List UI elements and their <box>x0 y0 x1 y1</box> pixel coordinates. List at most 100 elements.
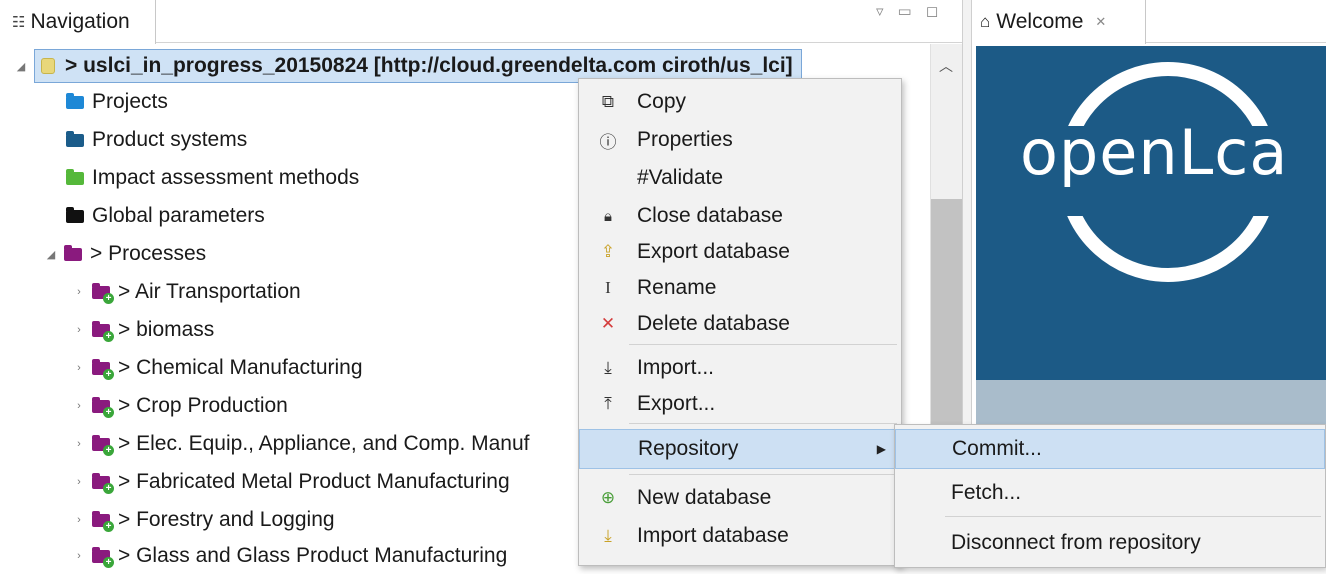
submenu-item-disconnect[interactable]: Disconnect from repository <box>895 523 1325 563</box>
copy-icon: ⧉ <box>601 92 615 111</box>
tree-item-process-category[interactable]: › > Chemical Manufacturing <box>72 350 363 386</box>
folder-add-icon <box>92 282 114 304</box>
folder-add-icon <box>92 320 114 342</box>
folder-add-icon <box>92 510 114 532</box>
menu-item-label: Rename <box>637 276 717 299</box>
tree-item-projects[interactable]: Projects <box>66 84 168 120</box>
database-icon <box>41 58 55 74</box>
tree-item-label: > Chemical Manufacturing <box>118 356 363 379</box>
menu-separator <box>945 516 1321 517</box>
tree-item-process-category[interactable]: › > Fabricated Metal Product Manufacturi… <box>72 464 510 500</box>
menu-item-import-database[interactable]: ⤓ Import database <box>579 517 901 555</box>
tree-item-process-category[interactable]: › > Crop Production <box>72 388 288 424</box>
collapse-arrow-icon[interactable]: ◢ <box>14 60 28 73</box>
folder-icon <box>66 130 84 147</box>
import-db-icon: ⤓ <box>604 526 612 545</box>
submenu-arrow-icon: ▶ <box>876 442 886 456</box>
submenu-item-commit[interactable]: Commit... <box>895 429 1325 469</box>
menu-item-new-database[interactable]: ⊕ New database <box>579 479 901 517</box>
folder-icon <box>64 244 82 261</box>
home-icon: ⌂ <box>980 12 991 31</box>
repository-submenu: Commit... Fetch... Disconnect from repos… <box>894 424 1326 568</box>
tree-item-global-parameters[interactable]: Global parameters <box>66 198 265 234</box>
collapse-arrow-icon[interactable]: ◢ <box>44 248 58 261</box>
menu-item-validate[interactable]: #Validate <box>579 159 901 197</box>
tree-item-process-category[interactable]: › > Air Transportation <box>72 274 301 310</box>
tree-item-product-systems[interactable]: Product systems <box>66 122 247 158</box>
folder-icon <box>66 92 84 109</box>
expand-arrow-icon[interactable]: › <box>72 550 86 562</box>
tree-item-label: Product systems <box>92 128 248 151</box>
expand-arrow-icon[interactable]: › <box>72 476 86 488</box>
openlca-logo: openLca <box>1020 116 1289 189</box>
folder-add-icon <box>92 472 114 494</box>
view-menu-icon[interactable]: ▿ <box>876 2 884 20</box>
menu-item-rename[interactable]: I Rename <box>579 269 901 307</box>
header-divider <box>1146 42 1326 43</box>
folder-icon <box>66 206 84 223</box>
new-db-icon: ⊕ <box>600 488 616 507</box>
delete-icon: ✕ <box>600 314 616 333</box>
tree-item-label: > Fabricated Metal Product Manufacturing <box>118 470 510 493</box>
menu-item-export[interactable]: ⤒ Export... <box>579 385 901 423</box>
tree-item-impact-methods[interactable]: Impact assessment methods <box>66 160 359 196</box>
tree-item-label: > biomass <box>118 318 215 341</box>
submenu-item-fetch[interactable]: Fetch... <box>895 473 1325 513</box>
navigation-icon: ☷ <box>12 14 26 31</box>
expand-arrow-icon[interactable]: › <box>72 514 86 526</box>
tab-navigation-label: Navigation <box>30 10 130 33</box>
tree-item-process-category[interactable]: › > Glass and Glass Product Manufacturin… <box>72 538 507 574</box>
menu-item-repository[interactable]: Repository ▶ <box>579 429 901 469</box>
tree-item-label: Projects <box>92 90 168 113</box>
menu-item-label: Import database <box>637 524 789 547</box>
close-icon[interactable]: ✕ <box>1095 14 1106 30</box>
menu-item-label: Properties <box>637 128 733 151</box>
expand-arrow-icon[interactable]: › <box>72 362 86 374</box>
folder-add-icon <box>92 396 114 418</box>
info-icon: ⓘ <box>599 132 617 152</box>
expand-arrow-icon[interactable]: › <box>72 324 86 336</box>
menu-item-label: New database <box>637 486 772 509</box>
menu-item-label: #Validate <box>637 166 724 189</box>
menu-item-copy[interactable]: ⧉ Copy <box>579 83 901 121</box>
context-menu: ⧉ Copy ⓘ Properties #Validate 🔒︎ Close d… <box>578 78 902 566</box>
tab-navigation[interactable]: ☷ Navigation <box>0 0 156 44</box>
menu-item-close-database[interactable]: 🔒︎ Close database <box>579 197 901 235</box>
menu-item-export-database[interactable]: ⇪ Export database <box>579 233 901 271</box>
menu-item-properties[interactable]: ⓘ Properties <box>579 121 901 159</box>
menu-item-label: Export... <box>637 392 716 415</box>
tree-item-process-category[interactable]: › > Elec. Equip., Appliance, and Comp. M… <box>72 426 530 462</box>
menu-item-label: Export database <box>637 240 790 263</box>
folder-icon <box>66 168 84 185</box>
menu-separator <box>629 474 897 475</box>
tree-item-label: > Air Transportation <box>118 280 301 303</box>
tree-item-label: > Elec. Equip., Appliance, and Comp. Man… <box>118 432 530 455</box>
menu-item-label: Close database <box>637 204 783 227</box>
import-icon: ⤓ <box>604 358 612 377</box>
expand-arrow-icon[interactable]: › <box>72 286 86 298</box>
scroll-up-icon[interactable]: ︿ <box>939 56 953 76</box>
maximize-icon[interactable]: ◻ <box>926 2 938 20</box>
tree-item-label: Global parameters <box>92 204 265 227</box>
folder-add-icon <box>92 358 114 380</box>
menu-item-delete-database[interactable]: ✕ Delete database <box>579 305 901 343</box>
export-db-icon: ⇪ <box>600 242 616 261</box>
lock-icon: 🔒︎ <box>604 207 612 225</box>
rename-icon: I <box>605 278 611 297</box>
tree-item-processes[interactable]: ◢ > Processes <box>44 236 206 272</box>
expand-arrow-icon[interactable]: › <box>72 400 86 412</box>
tree-root-label: > uslci_in_progress_20150824 [http://clo… <box>65 54 793 77</box>
folder-add-icon <box>92 546 114 568</box>
tree-item-process-category[interactable]: › > biomass <box>72 312 214 348</box>
folder-add-icon <box>92 434 114 456</box>
menu-item-import[interactable]: ⤓ Import... <box>579 349 901 387</box>
tree-item-process-category[interactable]: › > Forestry and Logging <box>72 502 335 538</box>
menu-item-label: Repository <box>638 437 739 460</box>
tree-item-label: > Glass and Glass Product Manufacturing <box>118 544 508 567</box>
expand-arrow-icon[interactable]: › <box>72 438 86 450</box>
submenu-item-label: Commit... <box>952 437 1042 460</box>
minimize-icon[interactable]: ▭ <box>898 2 912 20</box>
export-icon: ⤒ <box>604 394 612 413</box>
header-divider <box>156 42 962 43</box>
tab-welcome[interactable]: ⌂ Welcome ✕ <box>972 0 1146 44</box>
